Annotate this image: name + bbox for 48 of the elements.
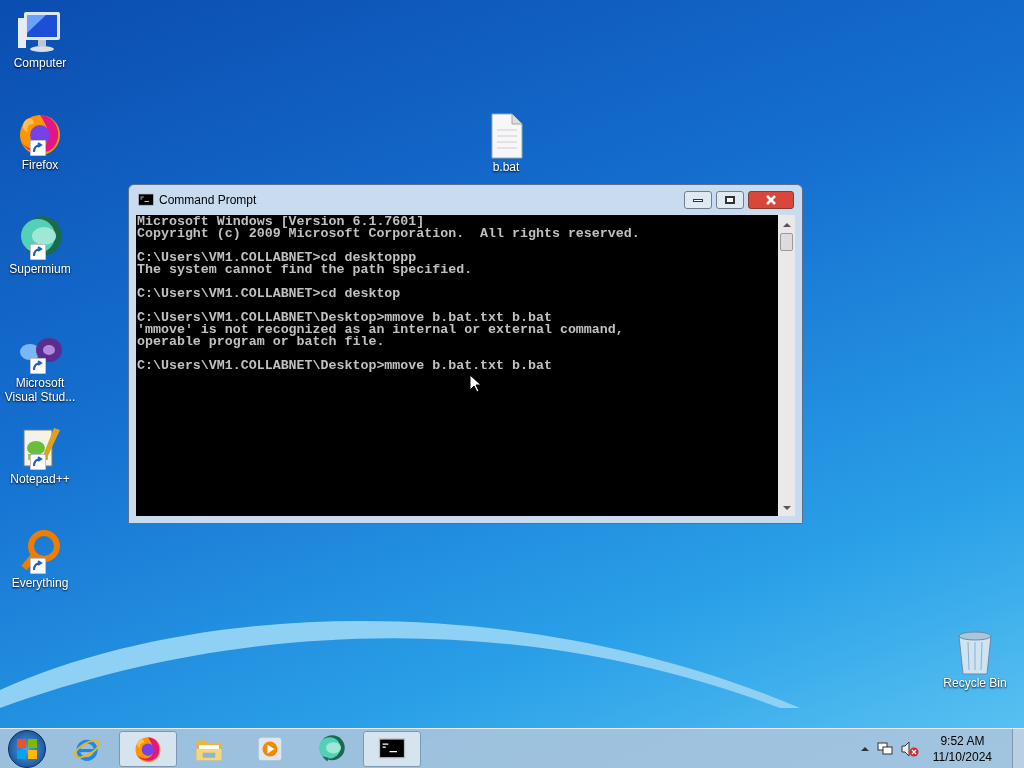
icon-label: Microsoft Visual Stud... [3, 376, 77, 404]
close-button[interactable] [748, 191, 794, 209]
minimize-button[interactable] [684, 191, 712, 209]
network-icon[interactable] [876, 740, 893, 757]
icon-label: Computer [12, 56, 68, 70]
supermium-icon [316, 733, 346, 764]
console-line: 'mmove' is not recognized as an internal or external command, [137, 324, 624, 336]
desktop-icon[interactable]: b.bat [466, 112, 546, 174]
clock-time: 9:52 AM [940, 732, 985, 749]
desktop-icon[interactable]: Computer [0, 8, 80, 70]
maximize-button[interactable] [716, 191, 744, 209]
console-line: The system cannot find the path specified. [137, 264, 473, 276]
console-line: Copyright (c) 2009 Microsoft Corporation. All rights reserved. [137, 228, 640, 240]
clock[interactable]: 9:52 AM 11/10/2024 [932, 732, 992, 765]
desktop-icon[interactable]: Microsoft Visual Stud... [0, 328, 80, 404]
desktop-icon[interactable]: Notepad++ [0, 424, 80, 486]
console-line: C:\Users\VM1.COLLABNET>cd desktop [137, 288, 401, 300]
scrollbar[interactable] [778, 215, 795, 516]
windows-logo-icon [16, 737, 38, 760]
minimize-icon [693, 198, 703, 202]
scroll-up-icon [782, 223, 791, 227]
muted-speaker-icon[interactable] [900, 740, 919, 757]
start-button[interactable] [8, 729, 46, 768]
desktop-icon[interactable]: Supermium [0, 214, 80, 276]
clock-date: 11/10/2024 [932, 748, 992, 765]
icon-label: Recycle Bin [942, 676, 1008, 690]
icon-label: Firefox [20, 158, 60, 172]
console-line: operable program or batch file. [137, 336, 385, 348]
window-title: Command Prompt [159, 192, 257, 209]
icon-label: Everything [10, 576, 70, 590]
show-hidden-icons-icon[interactable] [860, 746, 869, 751]
console-line: Microsoft Windows [Version 6.1.7601] [137, 216, 425, 228]
close-icon [766, 195, 776, 205]
desktop-icon[interactable]: Everything [0, 528, 80, 590]
console-line: C:\Users\VM1.COLLABNET\Desktop>mmove b.bat.txt b.bat [137, 360, 552, 372]
taskbar-button[interactable] [363, 730, 421, 767]
mouse-pointer-icon [469, 374, 481, 393]
console-line: C:\Users\VM1.COLLABNET>cd desktoppp [137, 252, 417, 264]
icon-label: Supermium [8, 262, 72, 276]
maximize-icon [725, 196, 735, 204]
scroll-thumb[interactable] [780, 233, 793, 251]
icon-label: b.bat [491, 160, 521, 174]
icon-label: Notepad++ [9, 472, 71, 486]
show-desktop-button[interactable] [1012, 728, 1024, 768]
desktop-icon[interactable]: Firefox [0, 110, 80, 172]
console-line: C:\Users\VM1.COLLABNET\Desktop>mmove b.bat.txt b.bat [137, 312, 552, 324]
command-prompt-icon[interactable] [137, 191, 155, 209]
scroll-down-icon [782, 506, 791, 510]
